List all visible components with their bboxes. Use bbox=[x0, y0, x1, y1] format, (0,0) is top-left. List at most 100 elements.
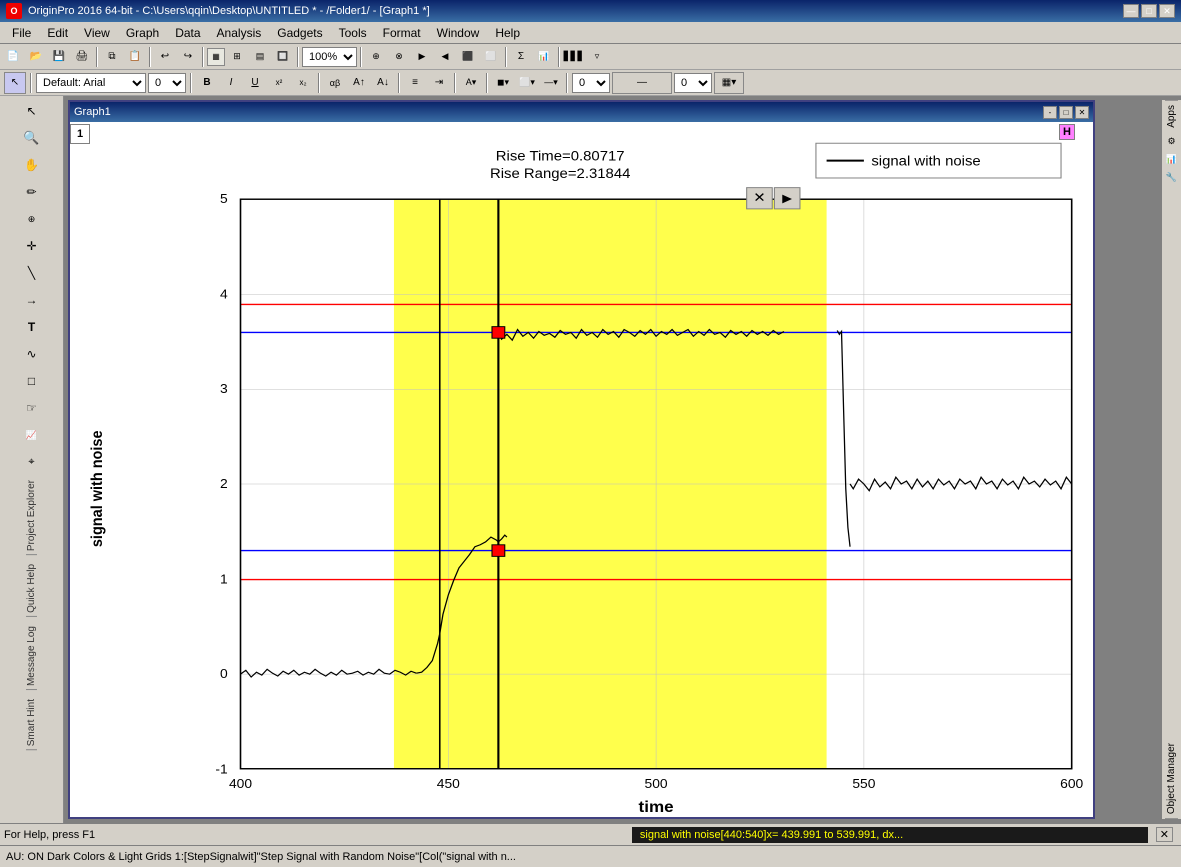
graph-close-btn[interactable]: ✕ bbox=[1075, 106, 1089, 119]
font-size-combo[interactable]: 0 bbox=[148, 73, 186, 93]
font-name-combo[interactable]: Default: Arial bbox=[36, 73, 146, 93]
svg-text:4: 4 bbox=[220, 287, 228, 301]
fill-btn[interactable]: ◼▾ bbox=[492, 72, 514, 94]
menu-format[interactable]: Format bbox=[375, 24, 429, 42]
underline-btn[interactable]: U bbox=[244, 72, 266, 94]
hand-tool[interactable]: ☞ bbox=[19, 395, 45, 421]
tb-filter[interactable]: ▿ bbox=[586, 46, 608, 68]
apps-btn1[interactable]: ⚙ bbox=[1164, 134, 1180, 150]
graph-btn3[interactable]: ▤ bbox=[249, 46, 271, 68]
graph-plot-area[interactable]: Rise Time=0.80717 Rise Range=2.31844 sig… bbox=[70, 122, 1093, 817]
indent-btn[interactable]: ⇥ bbox=[428, 72, 450, 94]
menu-data[interactable]: Data bbox=[167, 24, 208, 42]
color-btn[interactable]: A▾ bbox=[460, 72, 482, 94]
restore-btn[interactable]: □ bbox=[1141, 4, 1157, 18]
fontsize-up[interactable]: A↑ bbox=[348, 72, 370, 94]
align-left[interactable]: ≡ bbox=[404, 72, 426, 94]
subscript-btn[interactable]: x₂ bbox=[292, 72, 314, 94]
tb-extra6[interactable]: ⬜ bbox=[480, 46, 502, 68]
h-button[interactable]: H bbox=[1059, 124, 1075, 140]
print-btn[interactable]: 🖨 bbox=[71, 46, 93, 68]
graph-window-controls[interactable]: - □ ✕ bbox=[1043, 106, 1089, 119]
minimize-btn[interactable]: — bbox=[1123, 4, 1139, 18]
graph-btn2[interactable]: ⊞ bbox=[226, 46, 248, 68]
graph-btn4[interactable]: 🔲 bbox=[272, 46, 294, 68]
graph-badge: 1 bbox=[70, 124, 90, 144]
arrow-tool[interactable]: ↖ bbox=[4, 72, 26, 94]
open-btn[interactable]: 📂 bbox=[25, 46, 47, 68]
rect-tool[interactable]: □ bbox=[19, 368, 45, 394]
apps-btn2[interactable]: 📊 bbox=[1164, 152, 1180, 168]
status-close-btn[interactable]: ✕ bbox=[1156, 827, 1173, 842]
undo-btn[interactable]: ↩ bbox=[154, 46, 176, 68]
menu-file[interactable]: File bbox=[4, 24, 39, 42]
region-tool[interactable]: ⊕ bbox=[19, 206, 45, 232]
pointer-tool[interactable]: ↖ bbox=[19, 98, 45, 124]
menu-tools[interactable]: Tools bbox=[331, 24, 375, 42]
fontsize-dn[interactable]: A↓ bbox=[372, 72, 394, 94]
svg-text:550: 550 bbox=[852, 777, 875, 791]
tb-stat[interactable]: 📊 bbox=[533, 46, 555, 68]
save-btn[interactable]: 💾 bbox=[48, 46, 70, 68]
italic-btn[interactable]: I bbox=[220, 72, 242, 94]
menu-analysis[interactable]: Analysis bbox=[209, 24, 270, 42]
data-tool[interactable]: 📈 bbox=[19, 422, 45, 448]
left-sidebar: ↖ 🔍 ✋ ✏ ⊕ ✛ ╲ → T ∿ □ ☞ 📈 ⌖ Project Expl… bbox=[0, 96, 64, 823]
zoom-tool[interactable]: 🔍 bbox=[19, 125, 45, 151]
tb-extra5[interactable]: ⬛ bbox=[457, 46, 479, 68]
draw-tool[interactable]: ✏ bbox=[19, 179, 45, 205]
menu-graph[interactable]: Graph bbox=[118, 24, 167, 42]
line-btn[interactable]: —▾ bbox=[540, 72, 562, 94]
tb-bar[interactable]: ▋▋▋ bbox=[563, 46, 585, 68]
graph-minimize-btn[interactable]: - bbox=[1043, 106, 1057, 119]
bold-btn[interactable]: B bbox=[196, 72, 218, 94]
line-size-combo[interactable]: 0 bbox=[674, 73, 712, 93]
svg-text:Rise Time=0.80717: Rise Time=0.80717 bbox=[496, 149, 625, 164]
apps-panel: Apps ⚙ 📊 🔧 Object Manager bbox=[1161, 100, 1181, 819]
fsep7 bbox=[566, 73, 568, 93]
menu-window[interactable]: Window bbox=[429, 24, 488, 42]
apps-btn3[interactable]: 🔧 bbox=[1164, 170, 1180, 186]
window-controls[interactable]: — □ ✕ bbox=[1123, 4, 1175, 18]
menu-edit[interactable]: Edit bbox=[39, 24, 76, 42]
title-bar: O OriginPro 2016 64-bit - C:\Users\qqin\… bbox=[0, 0, 1181, 22]
graph-restore-btn[interactable]: □ bbox=[1059, 106, 1073, 119]
superscript-btn[interactable]: x² bbox=[268, 72, 290, 94]
copy-btn[interactable]: ⧉ bbox=[101, 46, 123, 68]
line-width-combo[interactable]: 0 bbox=[572, 73, 610, 93]
menu-view[interactable]: View bbox=[76, 24, 118, 42]
object-manager-label[interactable]: Object Manager bbox=[1165, 739, 1178, 819]
status-right-btns[interactable]: ✕ bbox=[1152, 827, 1177, 842]
cursor-tool[interactable]: ⌖ bbox=[19, 449, 45, 475]
new-btn[interactable]: 📄 bbox=[2, 46, 24, 68]
pan-tool[interactable]: ✋ bbox=[19, 152, 45, 178]
curve-tool[interactable]: ∿ bbox=[19, 341, 45, 367]
menu-gadgets[interactable]: Gadgets bbox=[269, 24, 330, 42]
tb-extra4[interactable]: ◀ bbox=[434, 46, 456, 68]
line-draw-tool[interactable]: ╲ bbox=[19, 260, 45, 286]
tb-extra1[interactable]: ⊕ bbox=[365, 46, 387, 68]
pattern-btn[interactable]: ▦▾ bbox=[714, 72, 744, 94]
border-btn[interactable]: ⬜▾ bbox=[516, 72, 538, 94]
text-tool[interactable]: T bbox=[19, 314, 45, 340]
redo-btn[interactable]: ↪ bbox=[177, 46, 199, 68]
menu-help[interactable]: Help bbox=[487, 24, 528, 42]
graph-container: Graph1 - □ ✕ 1 H Rise Time=0.80717 Rise … bbox=[64, 96, 1181, 823]
greek-btn[interactable]: αβ bbox=[324, 72, 346, 94]
svg-text:✕: ✕ bbox=[753, 191, 765, 206]
line-style-btn[interactable]: — bbox=[612, 72, 672, 94]
status-bar: For Help, press F1 signal with noise[440… bbox=[0, 823, 1181, 845]
tb-extra2[interactable]: ⊗ bbox=[388, 46, 410, 68]
paste-btn[interactable]: 📋 bbox=[124, 46, 146, 68]
close-btn[interactable]: ✕ bbox=[1159, 4, 1175, 18]
zoom-combo[interactable]: 100% bbox=[302, 47, 357, 67]
menu-bar: File Edit View Graph Data Analysis Gadge… bbox=[0, 22, 1181, 44]
apps-label[interactable]: Apps bbox=[1165, 100, 1178, 132]
signal-status: signal with noise[440:540]x= 439.991 to … bbox=[632, 827, 1148, 843]
svg-text:400: 400 bbox=[229, 777, 252, 791]
graph-btn1[interactable]: ▦ bbox=[207, 48, 225, 66]
arrow-draw-tool[interactable]: → bbox=[19, 287, 45, 313]
tb-sigma[interactable]: Σ bbox=[510, 46, 532, 68]
crosshair-tool[interactable]: ✛ bbox=[19, 233, 45, 259]
tb-extra3[interactable]: ▶ bbox=[411, 46, 433, 68]
